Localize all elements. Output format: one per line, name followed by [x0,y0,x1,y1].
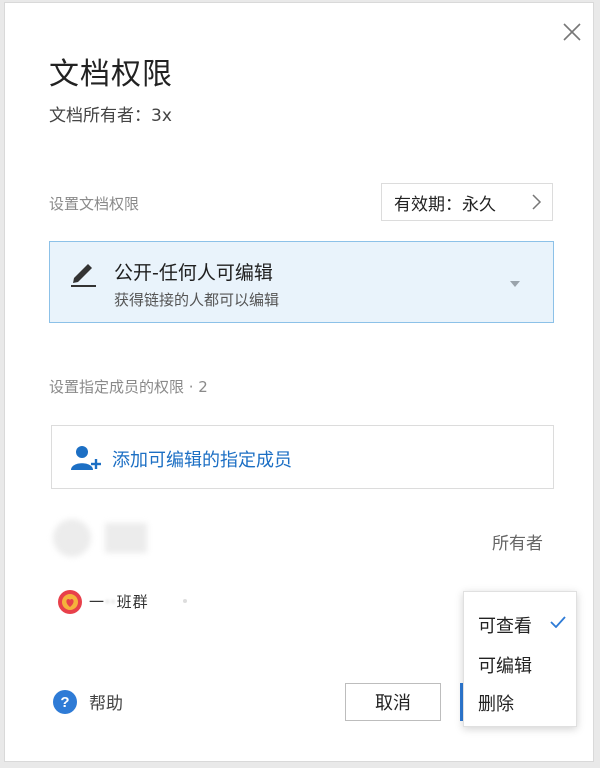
role-option-view[interactable]: 可查看 [478,612,532,638]
doc-permission-select[interactable]: 公开-任何人可编辑 获得链接的人都可以编辑 [49,241,554,323]
permission-subtitle: 获得链接的人都可以编辑 [114,291,280,309]
members-permission-label: 设置指定成员的权限 · 2 [49,378,208,396]
svg-text:?: ? [60,694,69,711]
chevron-right-icon [532,194,542,210]
validity-label: 有效期：永久 [394,194,496,215]
add-member-label: 添加可编辑的指定成员 [112,450,292,471]
member-role: 所有者 [492,534,543,554]
cancel-button[interactable]: 取消 [345,683,441,721]
member-name-suffix: 班群 [116,593,149,611]
add-user-icon [71,446,101,470]
caret-down-icon [510,281,520,287]
dialog-title: 文档权限 [49,57,173,92]
avatar [53,519,91,557]
member-name-redacted: ·· [105,593,117,611]
member-name-prefix: 一 [89,593,106,611]
document-owner: 文档所有者：3x [49,106,172,126]
help-label: 帮助 [89,694,123,714]
check-icon [550,616,566,628]
group-avatar-icon [58,590,82,614]
doc-permission-label: 设置文档权限 [49,195,140,213]
help-link[interactable]: ? 帮助 [53,689,123,714]
pen-icon [71,264,96,287]
help-icon: ? [53,689,77,714]
validity-button[interactable]: 有效期：永久 [381,183,553,221]
role-option-delete[interactable]: 删除 [478,690,514,716]
permission-title: 公开-任何人可编辑 [114,262,273,284]
member-row: 所有者 [49,517,549,563]
role-dropdown-menu: 可查看 可编辑 删除 [463,591,577,727]
add-member-button[interactable]: 添加可编辑的指定成员 [51,425,554,489]
member-name: 一··班群 [89,591,149,612]
permission-dialog: 文档权限 文档所有者：3x 设置文档权限 有效期：永久 公开-任何人可编辑 获得… [4,2,594,762]
close-icon [563,23,581,41]
role-option-edit[interactable]: 可编辑 [478,652,532,678]
close-button[interactable] [561,21,583,43]
member-name-redacted [105,523,147,553]
separator-dot [183,599,187,603]
